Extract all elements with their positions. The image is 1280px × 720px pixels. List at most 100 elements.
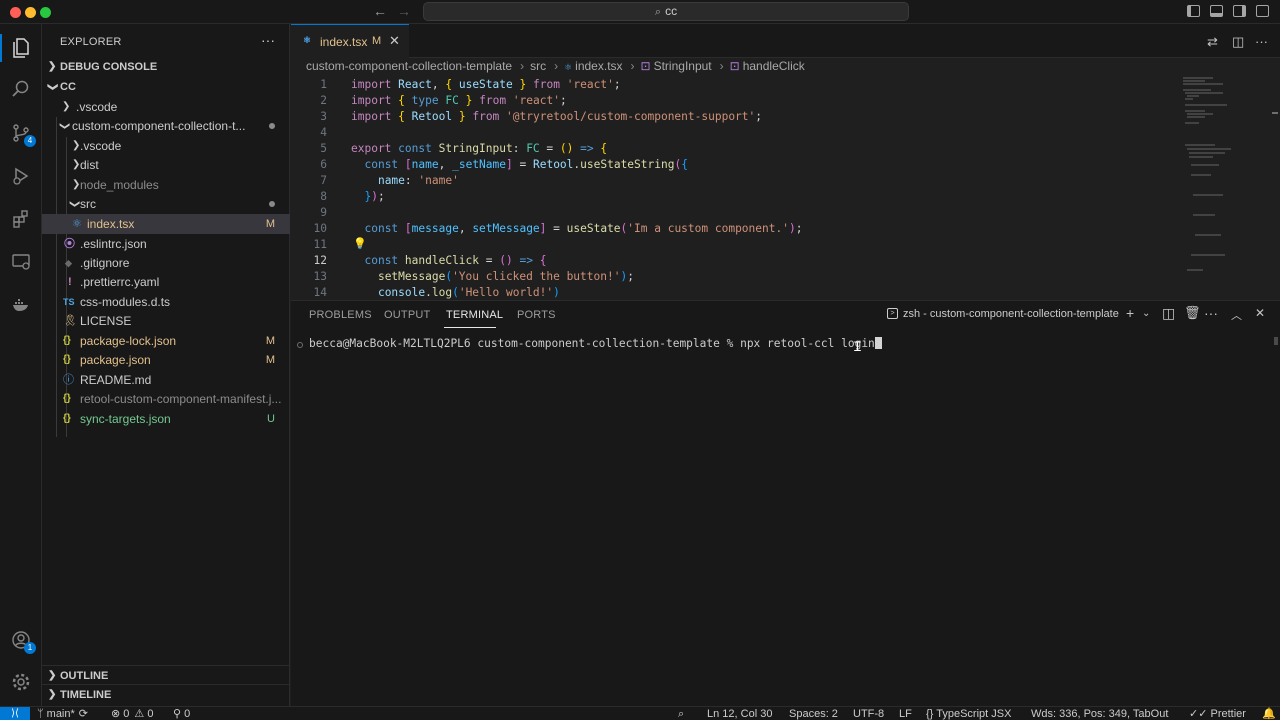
more-actions-icon[interactable]: ···	[1204, 305, 1218, 321]
prettier-status[interactable]: ✓✓ Prettier	[1189, 707, 1246, 720]
license-icon: 🎗	[63, 315, 77, 327]
git-branch-icon: ᛘ	[37, 708, 47, 720]
back-arrow-icon[interactable]: ←	[373, 3, 387, 19]
chevron-down-icon[interactable]: ⌄	[1142, 308, 1150, 319]
tree-file-prettierrc[interactable]: ! .prettierrc.yaml	[42, 272, 290, 292]
split-editor-icon[interactable]: ◫	[1232, 34, 1244, 50]
breadcrumb-item[interactable]: src	[530, 59, 546, 73]
source-control-icon[interactable]: 4	[9, 121, 36, 147]
zoom-icon[interactable]: ⌕	[678, 707, 684, 720]
timeline-label: TIMELINE	[60, 689, 112, 701]
breadcrumb-item[interactable]: index.tsx	[575, 59, 622, 73]
lightbulb-icon[interactable]: 💡	[353, 237, 367, 250]
ports-status[interactable]: ⚲ 0	[173, 707, 190, 720]
breadcrumb-item[interactable]: custom-component-collection-template	[306, 59, 512, 73]
toggle-panel-icon[interactable]	[1210, 5, 1223, 17]
editor-scrollbar[interactable]	[1270, 74, 1280, 300]
line-number: 8	[320, 190, 327, 203]
remote-indicator-icon[interactable]: ⟩⟨	[0, 707, 30, 720]
breadcrumb-item[interactable]: handleClick	[743, 59, 805, 73]
minimize-window-button[interactable]	[25, 7, 36, 18]
maximize-panel-icon[interactable]: ︿	[1231, 307, 1242, 323]
language-mode[interactable]: {} TypeScript JSX	[926, 707, 1011, 720]
chevron-right-icon: ❯	[62, 101, 71, 112]
terminal-output[interactable]: becca@MacBook-M2LTLQ2PL6 custom-componen…	[309, 337, 882, 350]
customize-layout-icon[interactable]	[1256, 5, 1269, 17]
timeline-section[interactable]: ❯ TIMELINE	[42, 684, 290, 704]
warning-count: 0	[147, 708, 154, 720]
git-status: M	[265, 354, 275, 366]
minimap[interactable]	[1181, 74, 1271, 274]
tree-file-manifest[interactable]: {} retool-custom-component-manifest.j...	[42, 389, 290, 409]
tab-problems[interactable]: PROBLEMS	[309, 309, 372, 321]
tab-terminal[interactable]: TERMINAL	[446, 309, 503, 321]
terminal-scrollbar[interactable]	[1274, 337, 1278, 345]
toggle-secondary-sidebar-icon[interactable]	[1233, 5, 1246, 17]
ports-count: 0	[184, 708, 191, 720]
tree-file-css-modules[interactable]: TS css-modules.d.ts	[42, 292, 290, 312]
breadcrumb-item[interactable]: StringInput	[654, 59, 712, 73]
new-terminal-icon[interactable]: +	[1126, 305, 1134, 321]
extensions-icon[interactable]	[9, 207, 33, 231]
tree-label: LICENSE	[80, 314, 132, 328]
trash-icon[interactable]: 🗑	[1184, 305, 1201, 321]
debug-console-section[interactable]: ❯ DEBUG CONSOLE	[42, 57, 290, 77]
chevron-right-icon: ❯	[48, 670, 57, 681]
tree-folder-src[interactable]: ❯ src	[42, 194, 290, 214]
json-icon: {}	[63, 413, 71, 424]
info-icon: ⓘ	[63, 374, 74, 386]
line-number: 3	[320, 110, 327, 123]
more-actions-icon[interactable]: ···	[261, 32, 275, 48]
explorer-icon[interactable]	[9, 36, 33, 60]
compare-changes-icon[interactable]: ⇄	[1207, 34, 1218, 50]
tree-file-package-lock[interactable]: {} package-lock.json M	[42, 331, 290, 351]
notifications-bell-icon[interactable]: 🔔	[1262, 707, 1276, 720]
encoding[interactable]: UTF-8	[853, 707, 884, 720]
tree-folder-node-modules[interactable]: ❯ node_modules	[42, 175, 290, 195]
docker-icon[interactable]	[9, 292, 33, 316]
branch-status[interactable]: ᛘ main* ⟳	[37, 707, 88, 720]
close-tab-icon[interactable]: ✕	[389, 33, 400, 49]
problems-status[interactable]: ⊗ 0 ⚠ 0	[111, 707, 153, 720]
tree-folder-vscode[interactable]: ❯ .vscode	[42, 136, 290, 156]
code-line: 2 import { type FC } from 'react';	[291, 93, 1171, 109]
tree-folder-custom-component-collection[interactable]: ❯ custom-component-collection-t...	[42, 116, 290, 136]
run-debug-icon[interactable]	[9, 164, 33, 188]
active-tab-indicator	[444, 327, 496, 328]
close-panel-icon[interactable]: ✕	[1255, 306, 1265, 320]
tree-file-index-tsx[interactable]: ⚛ index.tsx M	[42, 214, 290, 234]
search-icon[interactable]	[9, 77, 33, 101]
maximize-window-button[interactable]	[40, 7, 51, 18]
tree-file-sync-targets[interactable]: {} sync-targets.json U	[42, 409, 290, 429]
tree-file-gitignore[interactable]: ◆ .gitignore	[42, 253, 290, 273]
command-center-label: cc	[665, 4, 678, 18]
git-status: M	[265, 218, 275, 230]
forward-arrow-icon[interactable]: →	[397, 3, 411, 19]
tree-file-eslintrc[interactable]: ⦿ .eslintrc.json	[42, 234, 290, 254]
tab-index-tsx[interactable]: ⚛ index.tsx M ✕	[291, 24, 409, 59]
manage-gear-icon[interactable]	[9, 670, 33, 694]
tree-folder-vscode-root[interactable]: ❯ .vscode	[42, 97, 290, 117]
tree-file-package-json[interactable]: {} package.json M	[42, 350, 290, 370]
split-terminal-icon[interactable]: ◫	[1162, 305, 1175, 322]
command-center-search[interactable]: ⌕ cc	[423, 2, 909, 21]
chevron-right-icon: ❯	[48, 61, 57, 72]
outline-section[interactable]: ❯ OUTLINE	[42, 665, 290, 685]
tree-folder-dist[interactable]: ❯ dist	[42, 155, 290, 175]
close-window-button[interactable]	[10, 7, 21, 18]
indentation[interactable]: Spaces: 2	[789, 707, 838, 720]
remote-explorer-icon[interactable]	[9, 250, 33, 274]
cc-root-section[interactable]: ❯ CC	[42, 77, 290, 97]
cursor-position[interactable]: Ln 12, Col 30	[707, 707, 772, 720]
word-count[interactable]: Wds: 336, Pos: 349, TabOut	[1031, 707, 1168, 720]
terminal-instance-name[interactable]: zsh - custom-component-collection-templa…	[903, 308, 1119, 320]
tab-ports[interactable]: PORTS	[517, 309, 556, 321]
toggle-sidebar-icon[interactable]	[1187, 5, 1200, 17]
tree-file-readme[interactable]: ⓘ README.md	[42, 370, 290, 390]
code-line: 10 const [message, setMessage] = useStat…	[291, 221, 1171, 237]
tab-output[interactable]: OUTPUT	[384, 309, 430, 321]
more-actions-icon[interactable]: ···	[1255, 34, 1268, 49]
end-of-line[interactable]: LF	[899, 707, 912, 720]
tree-file-license[interactable]: 🎗 LICENSE	[42, 311, 290, 331]
accounts-icon[interactable]: 1	[9, 628, 36, 654]
